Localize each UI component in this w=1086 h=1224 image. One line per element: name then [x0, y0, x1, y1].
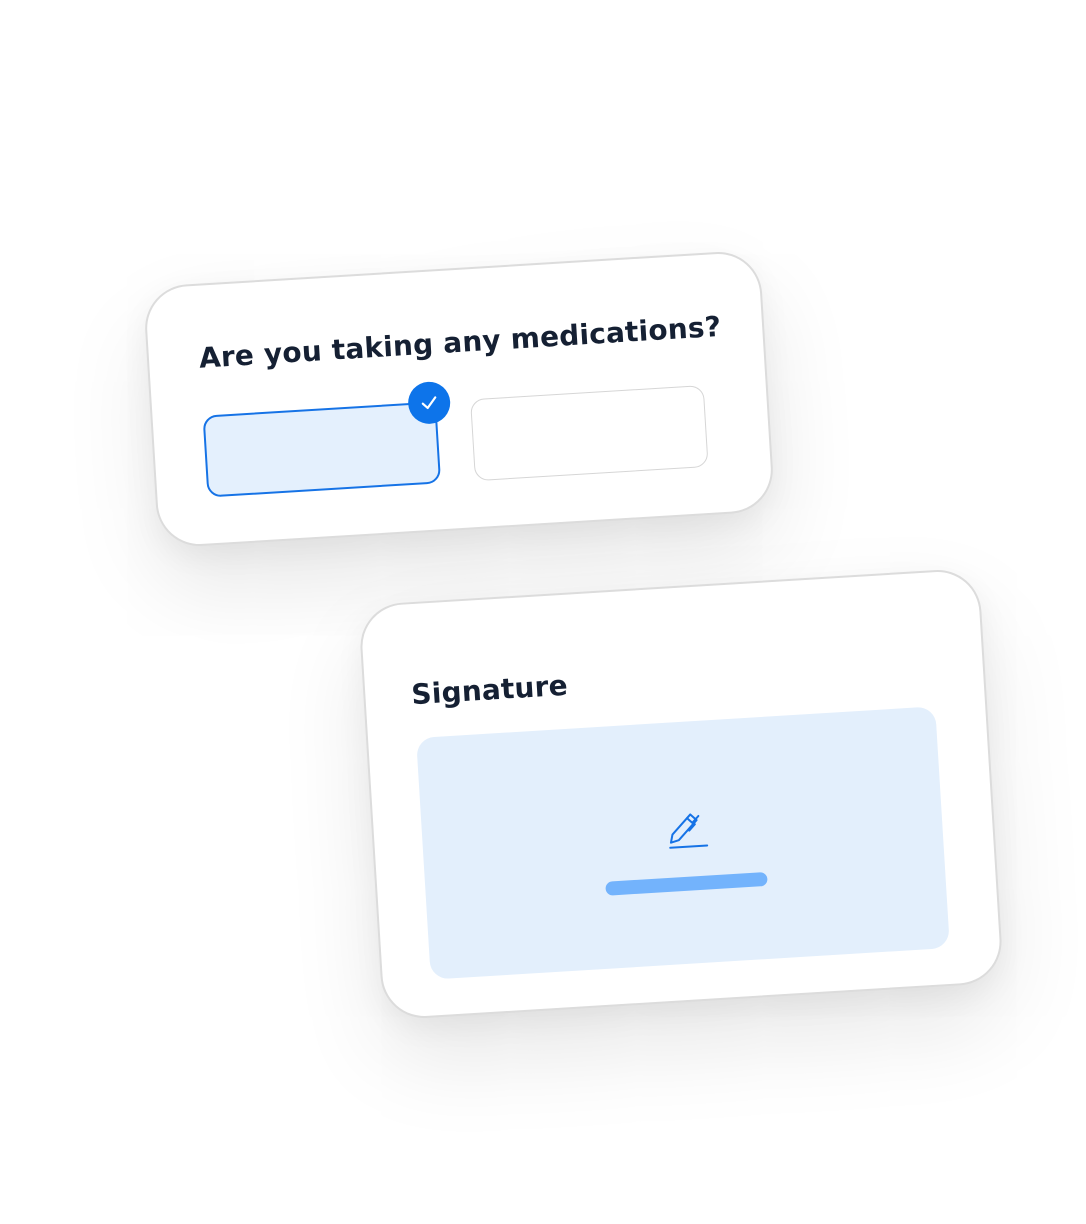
question-title: Are you taking any medications?	[198, 309, 723, 375]
answer-option-2[interactable]	[470, 385, 709, 482]
signature-card: Signature	[357, 567, 1005, 1021]
answer-option-1-selected[interactable]	[202, 380, 452, 498]
medication-question-card: Are you taking any medications?	[142, 249, 776, 549]
check-icon	[406, 380, 452, 426]
pen-icon	[661, 802, 712, 853]
signature-title: Signature	[410, 668, 569, 712]
signature-pad[interactable]	[416, 706, 950, 980]
signature-placeholder-bar	[605, 871, 768, 896]
